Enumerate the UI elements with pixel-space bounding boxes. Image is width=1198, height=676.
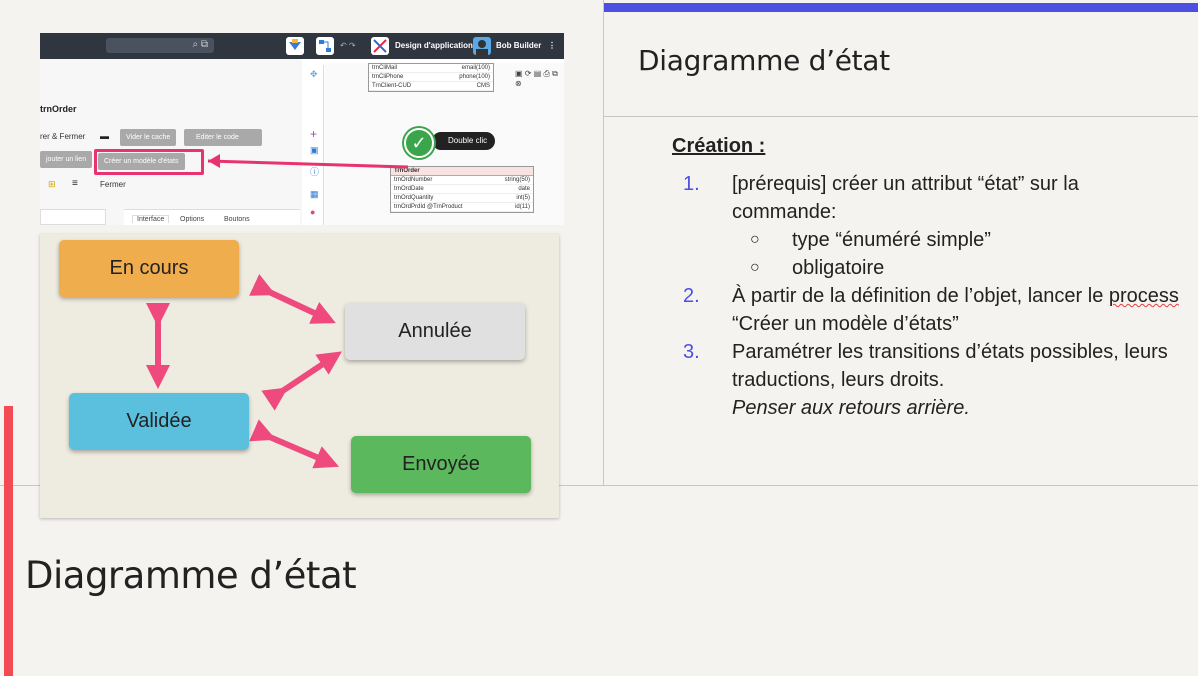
list-item: 3. Paramétrer les transitions d’états po… (672, 338, 1182, 422)
bullet-icon: ○ (750, 259, 760, 276)
arrow-encours-annulee (249, 274, 336, 324)
pointer-arrow (207, 154, 409, 169)
list-item-text: Paramétrer les transitions d’états possi… (732, 341, 1168, 391)
slide-title-right: Diagramme d’état (638, 44, 890, 77)
list-number: 2. (683, 285, 700, 307)
divider-top (604, 116, 1198, 117)
state-envoyee[interactable]: Envoyée (351, 436, 531, 493)
list-item-text: [prérequis] créer un attribut “état” sur… (732, 173, 1079, 223)
sub-list-item: ○ type “énuméré simple” (746, 226, 1182, 254)
sub-list: ○ type “énuméré simple” ○ obligatoire (746, 226, 1182, 282)
accent-bar-top (604, 3, 1198, 12)
divider-vertical (603, 0, 604, 485)
list-number: 3. (683, 341, 700, 363)
sub-list-item-text: type “énuméré simple” (792, 229, 991, 251)
arrow-validee-annulee (261, 351, 342, 411)
state-annulee[interactable]: Annulée (345, 303, 525, 360)
list-item: 2. À partir de la définition de l’objet,… (672, 282, 1182, 338)
state-validee[interactable]: Validée (69, 393, 249, 450)
list-item-text: À partir de la définition de l’objet, la… (732, 285, 1109, 307)
list-number: 1. (683, 173, 700, 195)
creation-content: Création : 1. [prérequis] créer un attri… (672, 132, 1182, 422)
list-item: 1. [prérequis] créer un attribut “état” … (672, 170, 1182, 282)
creation-heading: Création : (672, 135, 766, 157)
arrow-validee-envoyee (249, 419, 340, 469)
spellcheck-word: process (1108, 285, 1179, 307)
list-item-note: Penser aux retours arrière. (732, 397, 970, 419)
sub-list-item-text: obligatoire (792, 257, 885, 279)
state-diagram: En cours Annulée Validée Envoyée (40, 234, 559, 518)
app-screenshot: ⌕ ⧉ ↶ ↷ Design d'application Bob Builder… (40, 33, 564, 225)
double-click-tooltip: Double clic (432, 132, 496, 150)
check-icon: ✓ (404, 128, 434, 158)
slide-title-bottom: Diagramme d’état (25, 554, 357, 597)
bullet-icon: ○ (750, 231, 760, 248)
list-item-text: “Créer un modèle d’états” (732, 313, 959, 335)
sub-list-item: ○ obligatoire (746, 254, 1182, 282)
state-en-cours[interactable]: En cours (59, 240, 239, 297)
accent-bar-left (4, 406, 13, 676)
steps-list: 1. [prérequis] créer un attribut “état” … (672, 170, 1182, 422)
